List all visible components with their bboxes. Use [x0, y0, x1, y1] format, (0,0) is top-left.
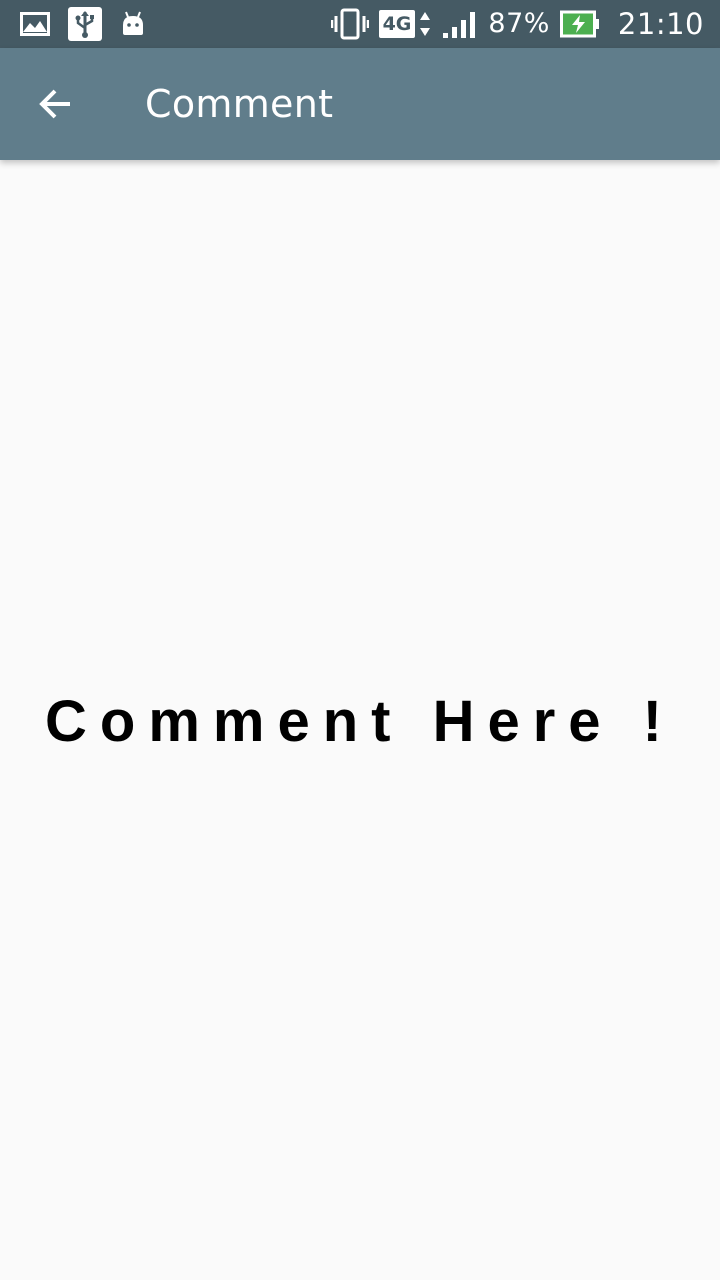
gallery-icon [20, 12, 50, 36]
arrow-back-icon [39, 89, 70, 119]
clock: 21:10 [617, 7, 704, 41]
network-label: 4G [378, 10, 416, 38]
battery-percent: 87% [488, 8, 550, 39]
status-bar-notifications [20, 0, 164, 48]
signal-icon [442, 9, 478, 39]
status-bar-system: 4G 87% 21:10 [321, 0, 704, 48]
app-bar: Comment [0, 48, 720, 160]
battery-charging-icon [559, 10, 600, 38]
page-title: Comment [145, 82, 334, 126]
vibrate-icon [330, 8, 369, 40]
back-button[interactable] [0, 48, 112, 160]
main-content: Comment Here ! [0, 160, 720, 1280]
screen: 4G 87% 21:10 Comment Comment Here ! [0, 0, 720, 1280]
data-activity-icon [420, 12, 431, 36]
network-type-indicator: 4G [378, 10, 433, 38]
comment-placeholder-text: Comment Here ! [45, 689, 675, 754]
status-bar: 4G 87% 21:10 [0, 0, 720, 48]
usb-icon [68, 7, 102, 41]
android-icon [120, 11, 146, 37]
